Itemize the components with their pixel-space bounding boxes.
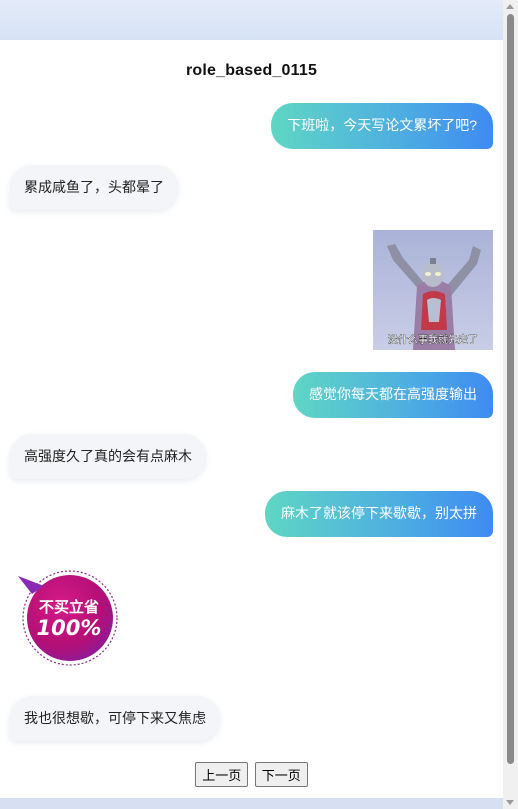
pagination: 上一页 下一页 <box>0 762 503 787</box>
message-bubble-left: 高强度久了真的会有点麻木 <box>10 434 206 479</box>
chat-title: role_based_0115 <box>185 62 318 79</box>
message-text: 下班啦，今天写论文累坏了吧? <box>287 117 477 133</box>
ultraman-sticker: 没什么事我就先走了 <box>373 230 493 350</box>
scroll-up-arrow-icon[interactable] <box>506 4 514 9</box>
message-text: 累成咸鱼了，头都晕了 <box>24 179 164 195</box>
message-bubble-right: 麻木了就该停下来歇歇，别太拼 <box>265 491 493 537</box>
message-bubble-right: 下班啦，今天写论文累坏了吧? <box>271 103 493 149</box>
vertical-scrollbar[interactable] <box>503 0 518 809</box>
message-bubble-right: 感觉你每天都在高强度输出 <box>293 372 493 418</box>
ultraman-sticker-image: 没什么事我就先走了 <box>373 230 493 350</box>
next-page-button[interactable]: 下一页 <box>254 762 308 787</box>
message-text: 高强度久了真的会有点麻木 <box>24 448 192 464</box>
message-text: 麻木了就该停下来歇歇，别太拼 <box>281 505 477 521</box>
sticker-caption: 没什么事我就先走了 <box>388 333 478 346</box>
message-bubble-left: 累成咸鱼了，头都晕了 <box>10 165 178 210</box>
message-text: 我也很想歇，可停下来又焦虑 <box>24 710 206 726</box>
message-bubble-left: 我也很想歇，可停下来又焦虑 <box>10 696 220 741</box>
badge-sticker: 不买立省 100% <box>14 568 120 670</box>
badge-text-line1: 不买立省 <box>39 598 99 616</box>
chat-panel: role_based_0115 下班啦，今天写论文累坏了吧? 累成咸鱼了，头都晕… <box>0 40 503 798</box>
badge-text-line2: 100% <box>37 616 102 640</box>
prev-page-button[interactable]: 上一页 <box>195 762 249 787</box>
scroll-thumb[interactable] <box>507 14 514 764</box>
bottom-band <box>0 798 503 809</box>
badge-sticker-image: 不买立省 100% <box>18 570 118 666</box>
scroll-down-arrow-icon[interactable] <box>506 800 514 805</box>
top-header-band <box>0 0 503 40</box>
message-text: 感觉你每天都在高强度输出 <box>309 386 477 402</box>
